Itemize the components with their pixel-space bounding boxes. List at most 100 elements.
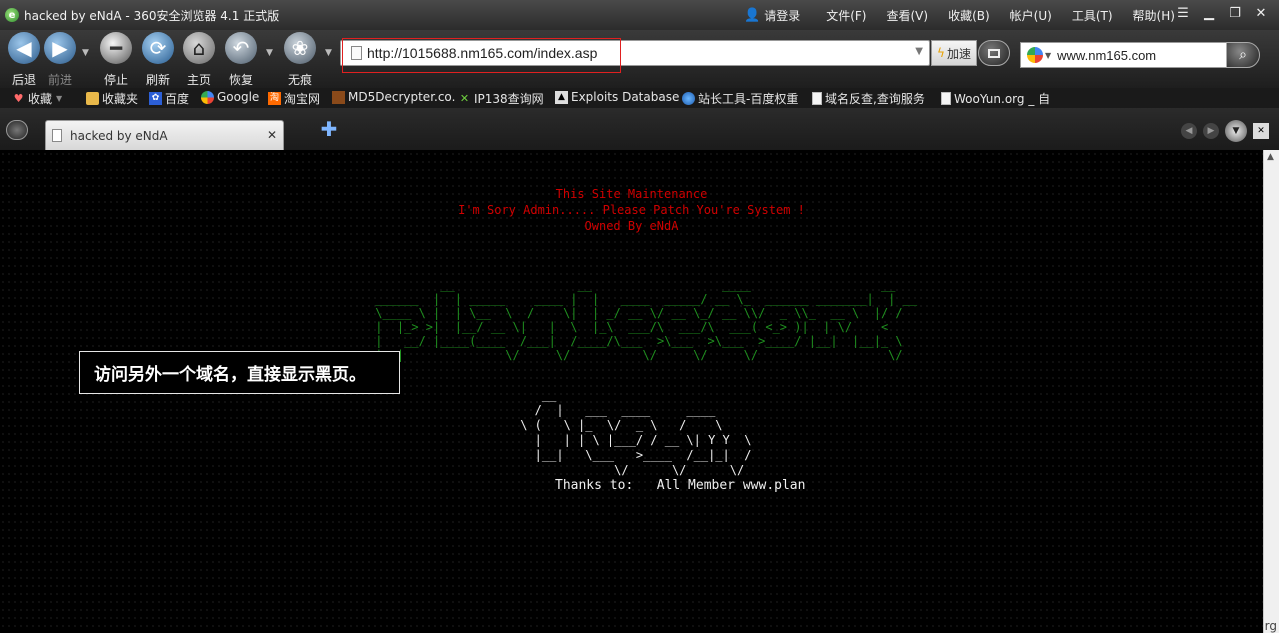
restore-button[interactable]: ↶ 恢复 [221,32,261,88]
back-arrow-icon: ◀ [8,32,40,64]
settings-icon[interactable]: ☰ [1175,6,1191,22]
close-icon[interactable]: ✕ [1253,6,1269,22]
md5-icon [332,90,345,104]
bookmark-ip138[interactable]: ✕ IP138查询网 [458,90,544,107]
bookmark-webmaster[interactable]: 站长工具-百度权重 [682,90,798,107]
tab-controls: ◀ ▶ ▼ ✕ [1181,120,1269,142]
search-engine-dropdown-icon[interactable]: ▼ [1045,51,1051,60]
home-label: 主页 [186,73,211,87]
tab-active[interactable]: hacked by eNdA ✕ [45,120,284,150]
annotation-callout: 访问另外一个域名，直接显示黑页。 [79,351,400,394]
owned-message: Owned By eNdA [584,219,679,233]
incognito-button[interactable]: ❀ 无痕 [280,32,320,88]
history-dropdown-icon[interactable]: ▼ [82,48,89,58]
restore-label: 恢复 [228,73,253,87]
google-icon[interactable] [1027,47,1043,63]
stop-button[interactable]: ━ 停止 [96,32,136,88]
bookmark-favorites[interactable]: ♥ 收藏 ▼ [12,90,63,107]
speedup-label: 加速 [946,46,971,61]
ip-icon: ✕ [459,92,470,105]
bookmark-baidu[interactable]: ✿ 百度 [149,90,189,107]
go-button[interactable] [978,40,1010,66]
navigation-toolbar: ◀ 后退 ▶ 前进 ▼ ━ 停止 ⟳ 刷新 ⌂ 主页 ↶ 恢复 ▼ ❀ 无痕 ▼… [0,30,1279,88]
bookmark-wooyun[interactable]: WooYun.org _ 自 [941,90,1050,107]
menu-account[interactable]: 帐户(U) [1010,7,1052,24]
forward-button[interactable]: ▶ 前进 [40,32,80,88]
bookmark-label: MD5Decrypter.co. [348,90,456,104]
url-dropdown-icon[interactable]: ▼ [915,46,923,57]
search-box[interactable]: ▼ [1020,42,1228,68]
bookmark-taobao[interactable]: 淘淘宝网 [268,90,320,107]
menu-view[interactable]: 查看(V) [886,7,928,24]
bookmark-folder[interactable]: 收藏夹 [86,90,138,107]
speedup-button[interactable]: ϟ 加速 [931,40,977,66]
title-bar: e hacked by eNdA - 360安全浏览器 4.1 正式版 👤 请登… [0,0,1279,30]
tab-scroll-left-icon[interactable]: ◀ [1181,123,1197,139]
baidu-paw-icon: ✿ [149,92,162,105]
forward-arrow-icon: ▶ [44,32,76,64]
tab-title: hacked by eNdA [70,128,168,143]
heart-icon: ♥ [13,92,24,105]
tab-scroll-right-icon[interactable]: ▶ [1203,123,1219,139]
login-link[interactable]: 请登录 [764,7,800,24]
folder-icon [86,92,99,105]
taobao-icon: 淘 [268,92,281,105]
lightning-icon: ϟ [937,46,945,60]
bookmark-domain-lookup[interactable]: 域名反查,查询服务 [812,90,925,107]
restore-dropdown-icon[interactable]: ▼ [266,48,273,58]
paw-icon: ❀ [284,32,316,64]
close-tab-icon[interactable]: ✕ [1253,123,1269,139]
incognito-dropdown-icon[interactable]: ▼ [325,48,332,58]
user-icon[interactable]: 👤 [744,8,760,23]
ascii-art-logo: __ / | ___ ____ ____ \ ( \ |_ \/ _ \ / \… [520,388,752,477]
menu-favorites[interactable]: 收藏(B) [948,7,990,24]
bookmarks-bar: ♥ 收藏 ▼ 收藏夹 ✿ 百度 Google 淘淘宝网 MD5Decrypter.co… [0,88,1279,108]
scroll-up-icon[interactable]: ▲ [1267,152,1274,162]
back-button[interactable]: ◀ 后退 [4,32,44,88]
bookmark-label: WooYun.org _ 自 [954,92,1051,106]
minimize-icon[interactable]: ▁ [1201,6,1217,22]
bookmark-label: Exploits Database [571,90,680,104]
tab-menu-icon[interactable] [6,120,28,140]
bookmark-label: 淘宝网 [284,92,321,106]
bookmark-label: 百度 [165,92,190,106]
window-controls: ☰ ▁ ❐ ✕ [1175,6,1269,22]
search-input[interactable] [1057,47,1218,63]
refresh-icon: ⟳ [142,32,174,64]
page-icon [812,92,822,105]
bookmark-label: 收藏夹 [102,92,139,106]
menu-bar: 👤 请登录 文件(F) 查看(V) 收藏(B) 帐户(U) 工具(T) 帮助(H… [744,0,1195,30]
chevron-down-icon: ▼ [56,94,63,103]
menu-tools[interactable]: 工具(T) [1072,7,1113,24]
tab-close-icon[interactable]: ✕ [267,128,277,142]
page-icon [52,129,62,142]
refresh-label: 刷新 [145,73,170,87]
bookmark-label: Google [217,90,260,104]
bookmark-label: 域名反查,查询服务 [825,92,925,106]
bookmark-md5[interactable]: MD5Decrypter.co. [332,90,455,104]
bookmark-label: IP138查询网 [474,92,544,106]
maximize-icon[interactable]: ❐ [1227,6,1243,22]
bookmark-exploits[interactable]: ▲ Exploits Database [555,90,679,104]
window-title: hacked by eNdA - 360安全浏览器 4.1 正式版 [24,8,280,23]
new-tab-plus-icon[interactable]: ✚ [320,119,338,139]
menu-file[interactable]: 文件(F) [826,7,866,24]
stop-label: 停止 [103,73,128,87]
bookmark-google[interactable]: Google [201,90,259,104]
back-label: 后退 [11,73,36,87]
vertical-scrollbar[interactable]: ▲ [1263,150,1279,633]
corner-text: rg [1264,619,1277,633]
bookmark-label: 收藏 [28,92,53,106]
search-button[interactable]: ⌕ [1226,42,1260,68]
tab-list-icon[interactable]: ▼ [1225,120,1247,142]
address-highlight-box [342,38,621,73]
thanks-text: Thanks to: All Member www.plan [555,478,806,493]
menu-help[interactable]: 帮助(H) [1133,7,1175,24]
globe-icon [682,92,695,105]
refresh-button[interactable]: ⟳ 刷新 [138,32,178,88]
monitor-icon [988,48,1000,58]
ascii-art-banner: __ __ ____ __ ______ | | _____ ____ | | … [375,278,918,362]
forward-label: 前进 [47,73,72,87]
sorry-message: I'm Sory Admin..... Please Patch You're … [458,203,805,217]
home-button[interactable]: ⌂ 主页 [179,32,219,88]
